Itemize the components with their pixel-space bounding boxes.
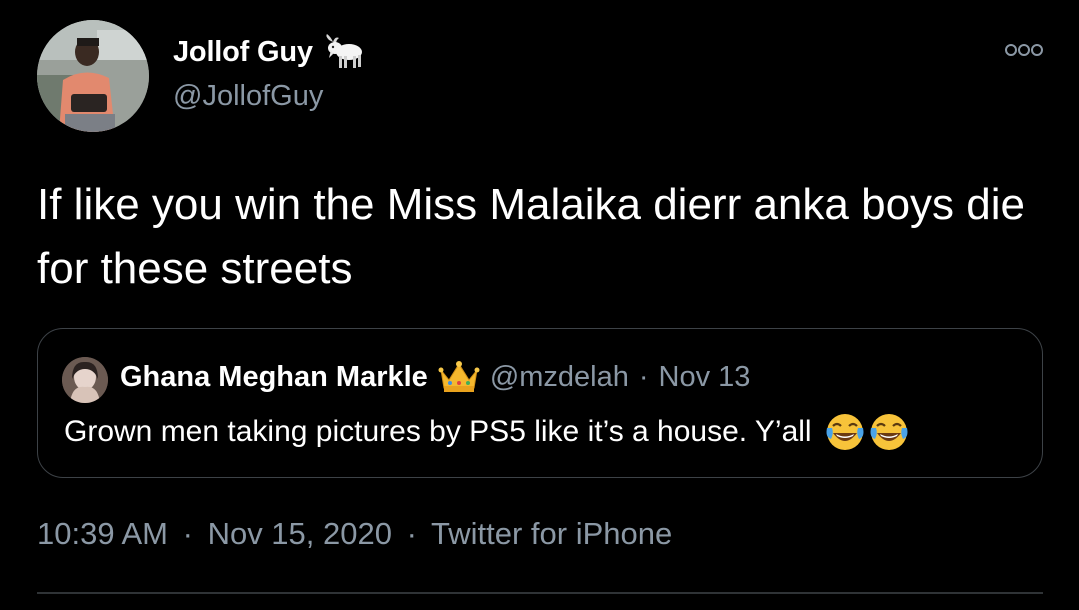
tweet-text: If like you win the Miss Malaika dierr a… (37, 180, 1025, 293)
author-name-row: Jollof Guy (173, 34, 363, 70)
quoted-avatar-photo (62, 357, 108, 403)
author-display-name[interactable]: Jollof Guy (173, 36, 313, 69)
tears-of-joy-icon (868, 411, 910, 453)
meta-separator: · (182, 516, 193, 551)
meta-separator: · (406, 516, 417, 551)
author-handle[interactable]: @JollofGuy (173, 80, 323, 113)
avatar-photo (37, 20, 149, 132)
crown-icon (438, 360, 480, 394)
author-avatar[interactable] (37, 20, 149, 132)
quoted-display-name: Ghana Meghan Markle (120, 360, 428, 393)
quoted-separator: · (638, 360, 649, 393)
divider (37, 592, 1043, 594)
tweet-source[interactable]: Twitter for iPhone (431, 516, 672, 551)
quoted-tweet-text: Grown men taking pictures by PS5 like it… (64, 415, 812, 448)
quoted-date: Nov 13 (658, 360, 751, 393)
quoted-handle: @mzdelah (489, 360, 629, 393)
quoted-tweet-card[interactable]: Ghana Meghan Markle @mzdelah · Nov 13 Gr… (37, 328, 1043, 478)
goat-icon (323, 34, 363, 70)
tweet-time[interactable]: 10:39 AM (37, 516, 168, 551)
quoted-header: Ghana Meghan Markle @mzdelah · Nov 13 (120, 357, 750, 397)
tweet-date[interactable]: Nov 15, 2020 (208, 516, 392, 551)
tears-of-joy-icon (824, 411, 866, 453)
quoted-author-avatar (62, 357, 108, 403)
quoted-tweet-body: Grown men taking pictures by PS5 like it… (64, 411, 910, 453)
tweet-metadata: 10:39 AM · Nov 15, 2020 · Twitter for iP… (37, 516, 672, 552)
more-options-icon[interactable] (1004, 42, 1044, 58)
